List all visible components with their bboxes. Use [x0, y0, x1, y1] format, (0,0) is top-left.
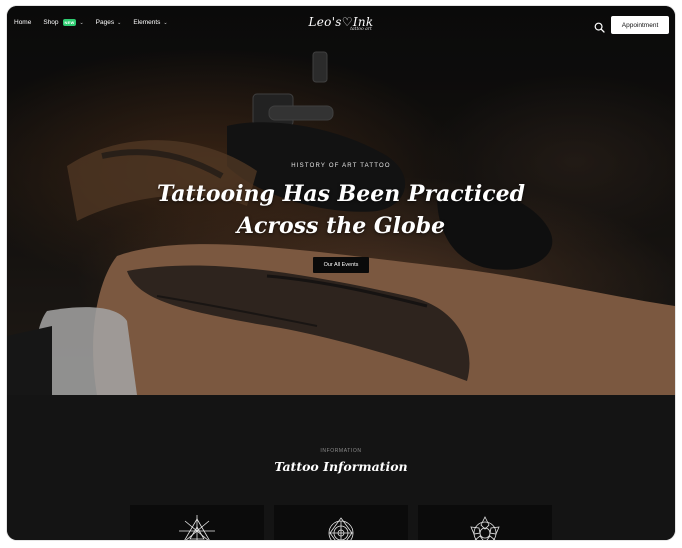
info-card[interactable] — [130, 505, 264, 540]
lotus-mandala-icon — [470, 516, 500, 540]
section-title: Tattoo Information — [274, 459, 408, 474]
main-menu: Home Shop NEW ⌄ Pages ⌄ Elements ⌄ — [14, 19, 168, 26]
hero-title-line-1: Tattooing Has Been Practiced — [157, 181, 525, 207]
top-navigation: Home Shop NEW ⌄ Pages ⌄ Elements ⌄ Leo's… — [7, 6, 675, 44]
appointment-button[interactable]: Appointment — [611, 16, 669, 34]
geometric-triangle-icon — [179, 515, 215, 540]
nav-item-pages[interactable]: Pages ⌄ — [96, 19, 122, 26]
nav-item-home[interactable]: Home — [14, 19, 31, 26]
chevron-down-icon: ⌄ — [117, 19, 122, 26]
page-frame: Home Shop NEW ⌄ Pages ⌄ Elements ⌄ Leo's… — [7, 6, 675, 540]
hero-eyebrow: HISTORY OF ART TATTOO — [291, 163, 391, 169]
nav-item-pages-label: Pages — [95, 19, 115, 26]
hero-title-line-2: Across the Globe — [236, 213, 446, 239]
our-all-events-button[interactable]: Our All Events — [313, 257, 369, 273]
nav-item-home-label: Home — [14, 19, 32, 26]
info-card[interactable] — [274, 505, 408, 540]
chevron-down-icon: ⌄ — [79, 19, 84, 26]
information-section: INFORMATION Tattoo Information — [7, 395, 675, 540]
chevron-down-icon: ⌄ — [163, 19, 168, 26]
nav-item-shop[interactable]: Shop NEW ⌄ — [43, 19, 84, 26]
info-card[interactable] — [418, 505, 552, 540]
hero-title: Tattooing Has Been Practiced Across the … — [7, 178, 675, 242]
nav-item-elements[interactable]: Elements ⌄ — [133, 19, 167, 26]
mandala-icon — [328, 517, 354, 540]
nav-item-shop-label: Shop — [43, 19, 59, 26]
nav-item-elements-label: Elements — [133, 19, 161, 26]
new-badge: NEW — [62, 19, 77, 26]
site-logo[interactable]: Leo's♡Ink tattoo art — [301, 15, 381, 32]
search-icon[interactable] — [594, 20, 605, 33]
section-eyebrow: INFORMATION — [320, 448, 362, 454]
